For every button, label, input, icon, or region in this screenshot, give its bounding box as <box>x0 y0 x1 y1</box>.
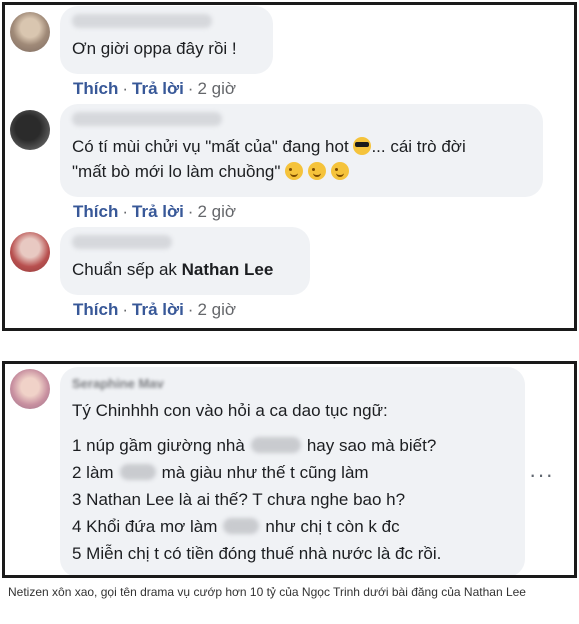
reply-button[interactable]: Trả lời <box>132 79 184 98</box>
list-item: 2 làm mà giàu như thế t cũng làm <box>72 459 513 486</box>
separator: · <box>122 300 129 319</box>
avatar[interactable] <box>10 110 50 150</box>
comment-text-line-2: "mất bò mới lo làm chuồng" <box>72 159 531 184</box>
image-caption: Netizen xôn xao, gọi tên drama vụ cướp h… <box>8 585 526 599</box>
separator: · <box>122 79 129 98</box>
comment-text: Ơn giời oppa đây rồi ! <box>72 39 237 58</box>
comment-text-line-1: Có tí mùi chửi vụ "mất của" đang hot ...… <box>72 134 531 159</box>
separator: · <box>122 202 129 221</box>
list-text: 1 núp gầm giường nhà <box>72 436 245 455</box>
ellipsis: ... <box>72 567 87 578</box>
comment-actions: Thích · Trả lời · 2 giờ <box>73 300 236 320</box>
smirk-emoji-icon <box>330 162 349 180</box>
smirk-emoji-icon <box>307 162 326 180</box>
comment-bubble: Chuẩn sếp ak Nathan Lee <box>60 227 310 295</box>
separator: · <box>187 79 194 98</box>
comment-author[interactable]: Seraphine Mav <box>72 375 513 397</box>
comment-text: ... cái trò đời <box>371 137 466 156</box>
avatar[interactable] <box>10 12 50 52</box>
smirk-emoji-icon <box>285 162 304 180</box>
list-item: 5 Miễn chị t có tiền đóng thuế nhà nước … <box>72 540 513 567</box>
list-text: 5 Miễn chị t có tiền đóng thuế nhà nước … <box>72 544 442 563</box>
comment-bubble: Seraphine Mav Tý Chinhhh con vào hỏi a c… <box>60 367 525 578</box>
list-text: hay sao mà biết? <box>306 436 437 455</box>
comment-text: Có tí mùi chửi vụ "mất của" đang hot <box>72 137 349 156</box>
comment-time[interactable]: 2 giờ <box>197 79 236 98</box>
blurred-word <box>223 518 260 534</box>
blurred-word <box>119 464 156 480</box>
list-text: như chị t còn k đc <box>265 517 400 536</box>
like-button[interactable]: Thích <box>73 202 118 221</box>
like-button[interactable]: Thích <box>73 300 118 319</box>
list-text: 2 làm <box>72 463 114 482</box>
avatar[interactable] <box>10 232 50 272</box>
list-item: 4 Khổi đứa mơ làm như chị t còn k đc <box>72 513 513 540</box>
separator: · <box>187 202 194 221</box>
separator: · <box>187 300 194 319</box>
sunglasses-emoji-icon <box>353 137 372 155</box>
comment-text: "mất bò mới lo làm chuồng" <box>72 162 281 181</box>
list-text: 4 Khổi đứa mơ làm <box>72 517 218 536</box>
avatar[interactable] <box>10 369 50 409</box>
comment-bubble: Có tí mùi chửi vụ "mất của" đang hot ...… <box>60 104 543 197</box>
list-text: 3 Nathan Lee là ai thế? T chưa nghe bao … <box>72 490 406 509</box>
blurred-author-name <box>72 112 222 126</box>
more-options-icon[interactable]: ··· <box>529 462 554 488</box>
blurred-author-name <box>72 14 212 28</box>
comment-time[interactable]: 2 giờ <box>197 202 236 221</box>
comment-text-line: Chuẩn sếp ak Nathan Lee <box>72 257 298 282</box>
blurred-word <box>250 437 301 453</box>
comments-panel-bottom: Seraphine Mav Tý Chinhhh con vào hỏi a c… <box>2 361 577 578</box>
blurred-author-name <box>72 235 172 249</box>
list-item: 3 Nathan Lee là ai thế? T chưa nghe bao … <box>72 486 513 513</box>
comment-intro: Tý Chinhhh con vào hỏi a ca dao tục ngữ: <box>72 401 388 420</box>
reply-button[interactable]: Trả lời <box>132 202 184 221</box>
like-button[interactable]: Thích <box>73 79 118 98</box>
list-item: 1 núp gầm giường nhà hay sao mà biết? <box>72 432 513 459</box>
mention-link[interactable]: Nathan Lee <box>182 260 274 279</box>
comment-text: Chuẩn sếp ak <box>72 260 177 279</box>
comment-actions: Thích · Trả lời · 2 giờ <box>73 79 236 99</box>
comment-actions: Thích · Trả lời · 2 giờ <box>73 202 236 222</box>
reply-button[interactable]: Trả lời <box>132 300 184 319</box>
comment-time[interactable]: 2 giờ <box>197 300 236 319</box>
list-text: mà giàu như thế t cũng làm <box>161 463 369 482</box>
comments-panel-top: Ơn giời oppa đây rồi ! Thích · Trả lời · 2 g… <box>2 2 577 331</box>
comment-bubble: Ơn giời oppa đây rồi ! <box>60 6 273 74</box>
